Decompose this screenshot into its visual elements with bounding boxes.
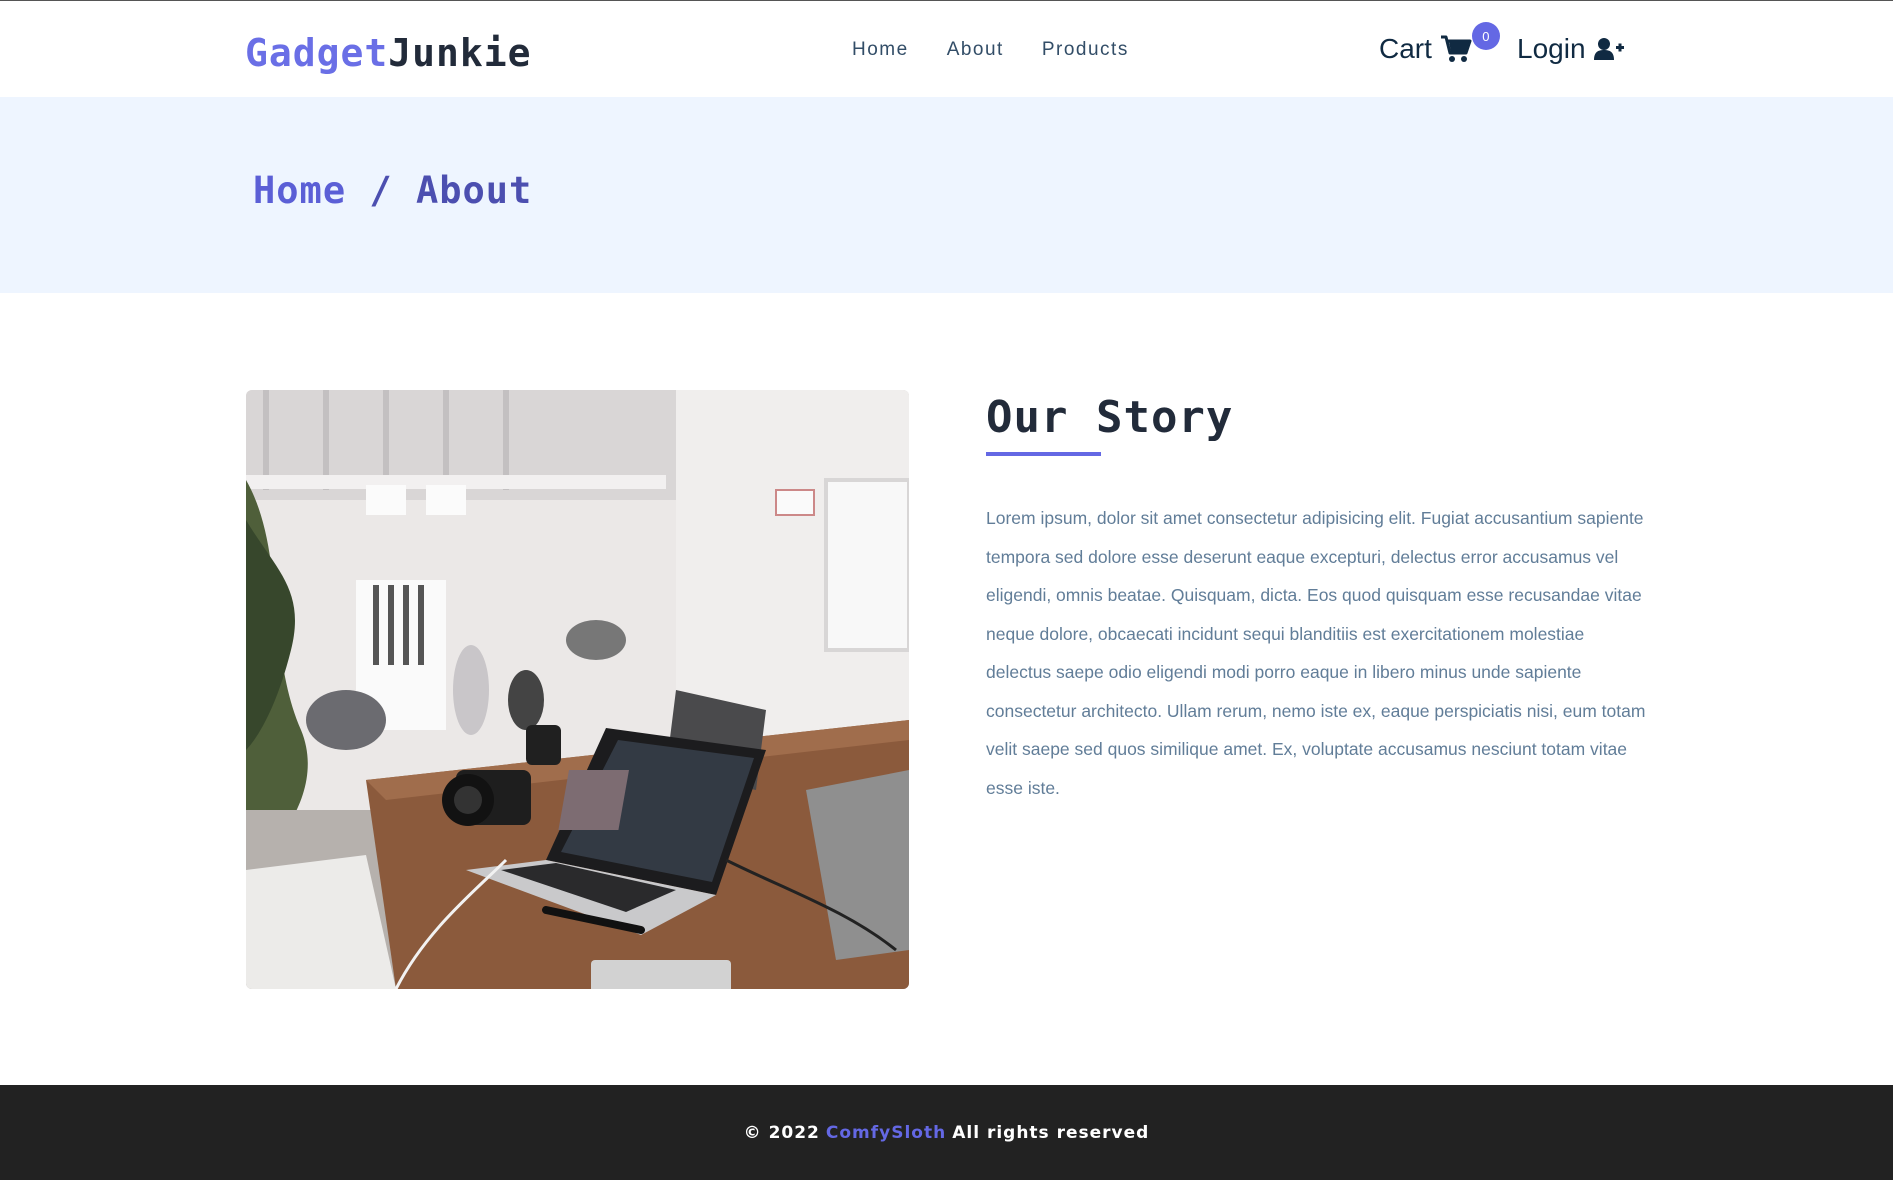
- cart-button[interactable]: Cart 0: [1379, 22, 1500, 65]
- breadcrumb-current: About: [415, 169, 533, 212]
- nav-link-about[interactable]: About: [947, 39, 1004, 61]
- page-hero: Home / About: [0, 97, 1893, 293]
- story-title-underline: [986, 452, 1101, 456]
- cart-label: Cart: [1379, 33, 1432, 64]
- user-plus-icon: [1593, 38, 1624, 60]
- breadcrumb-separator: /: [369, 169, 393, 212]
- nav-links: Home About Products: [852, 39, 1129, 61]
- cart-icon-wrap: 0: [1440, 22, 1500, 64]
- footer-text: © 2022 ComfySloth All rights reserved: [744, 1123, 1150, 1143]
- login-label: Login: [1517, 33, 1586, 64]
- nav-link-products[interactable]: Products: [1042, 39, 1129, 61]
- footer-copyright: © 2022: [743, 1122, 820, 1143]
- brand-logo-part2: Junkie: [388, 31, 532, 75]
- story-title: Our Story: [986, 392, 1234, 443]
- login-button[interactable]: Login: [1517, 33, 1624, 65]
- cart-count-badge: 0: [1471, 22, 1500, 50]
- navbar: GadgetJunkie Home About Products Cart 0 …: [0, 0, 1893, 97]
- footer: © 2022 ComfySloth All rights reserved: [0, 1085, 1893, 1180]
- footer-brand: ComfySloth: [825, 1122, 947, 1143]
- shopping-cart-icon: [1440, 35, 1472, 62]
- footer-rights: All rights reserved: [952, 1122, 1150, 1143]
- breadcrumb-home-link[interactable]: Home: [253, 169, 346, 212]
- breadcrumb: Home / About: [253, 169, 532, 212]
- about-image: [246, 390, 909, 989]
- brand-logo-part1: Gadget: [245, 31, 389, 75]
- brand-logo[interactable]: GadgetJunkie: [245, 31, 532, 75]
- story-text: Lorem ipsum, dolor sit amet consectetur …: [986, 508, 1646, 798]
- nav-link-home[interactable]: Home: [852, 39, 909, 61]
